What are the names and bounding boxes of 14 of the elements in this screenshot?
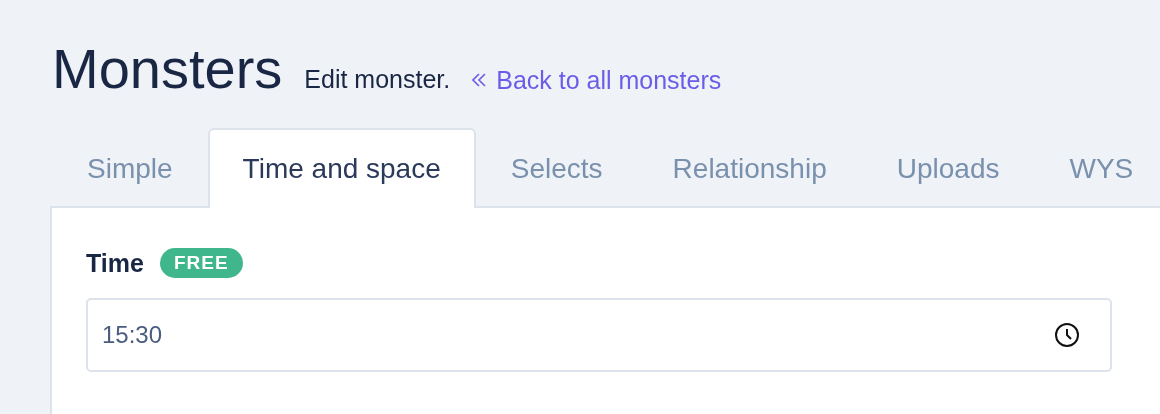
page-subtitle: Edit monster. — [304, 65, 451, 94]
tab[interactable]: Uploads — [861, 128, 1035, 208]
free-badge: FREE — [159, 248, 243, 278]
tab[interactable]: Selects — [475, 128, 638, 208]
double-chevron-left-icon — [472, 72, 487, 88]
time-field[interactable]: 15:30 — [86, 298, 1112, 372]
tab[interactable]: Relationship — [637, 128, 862, 208]
tab[interactable]: Simple — [50, 128, 208, 208]
tab[interactable]: WYS — [1034, 128, 1160, 208]
back-link[interactable]: Back to all monsters — [472, 65, 722, 95]
field-label: Time — [86, 248, 144, 278]
tab[interactable]: Time and space — [207, 128, 476, 208]
page-title: Monsters — [52, 36, 283, 101]
clock-icon — [1054, 322, 1080, 348]
